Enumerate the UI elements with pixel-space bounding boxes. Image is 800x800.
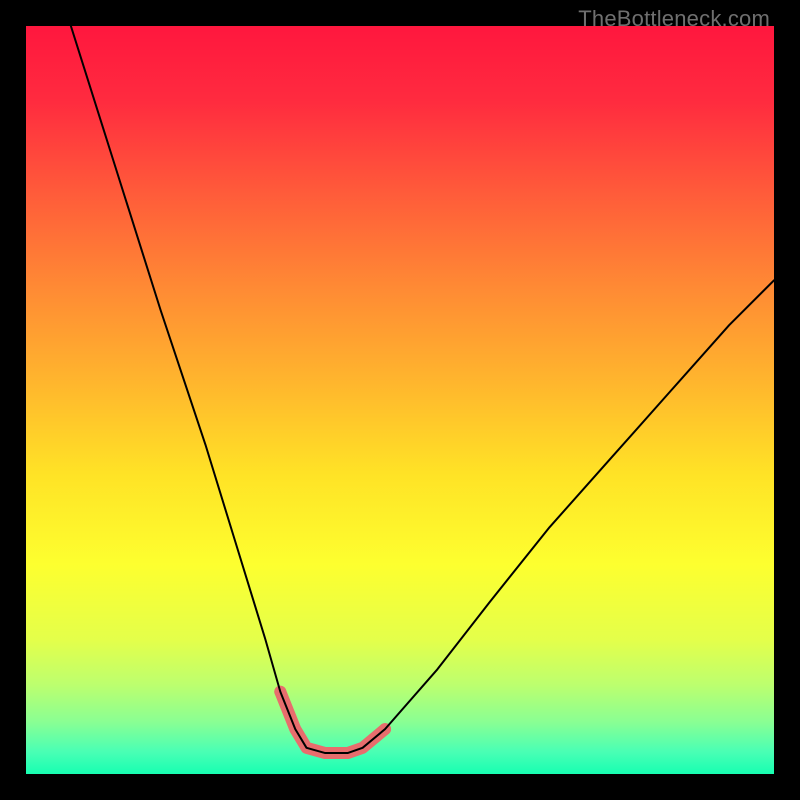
curve-layer [26,26,774,774]
plot-area [26,26,774,774]
bottleneck-curve [71,26,774,753]
watermark-text: TheBottleneck.com [578,6,770,32]
chart-stage: TheBottleneck.com [0,0,800,800]
